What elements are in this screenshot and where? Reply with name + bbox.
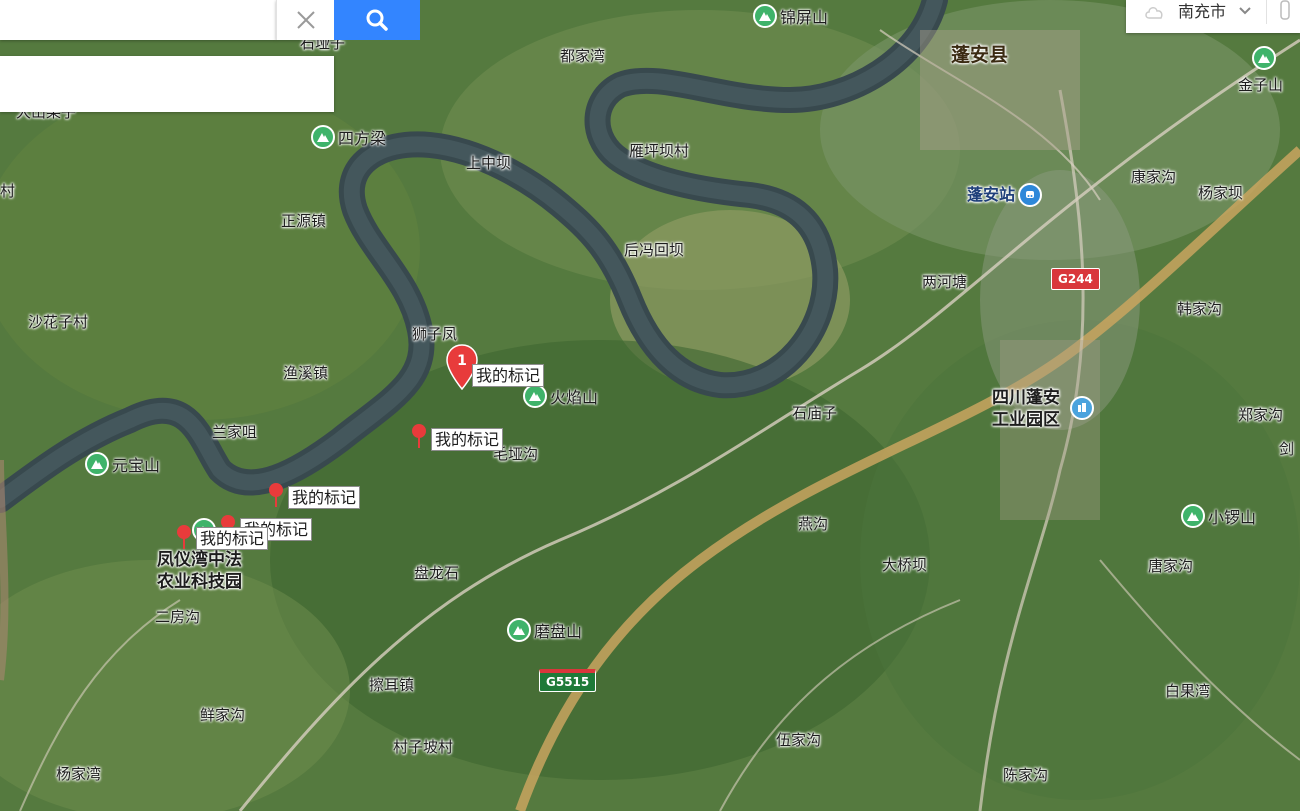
place-label: 二房沟 — [155, 608, 201, 626]
place-label: 康家沟 — [1131, 168, 1177, 186]
farm-label-line1: 凤仪湾中法 — [157, 550, 242, 570]
place-label: 白果湾 — [1165, 682, 1211, 700]
search-bar — [0, 0, 420, 40]
map-pin-icon — [269, 483, 283, 507]
mountain-icon — [507, 618, 531, 642]
divider — [1266, 0, 1267, 24]
poi-label: 火焰山 — [550, 388, 599, 407]
county-label: 蓬安县 — [951, 44, 1009, 66]
search-results-panel — [0, 56, 334, 112]
marker-label[interactable]: 我的标记 — [288, 486, 361, 509]
chevron-down-icon — [1239, 7, 1251, 15]
place-label: 都家湾 — [560, 47, 606, 65]
place-label: 燕沟 — [798, 515, 829, 533]
place-label: 渔溪镇 — [283, 364, 329, 382]
poi-label: 元宝山 — [112, 456, 161, 475]
place-label: 郑家沟 — [1238, 406, 1284, 424]
marker-label[interactable]: 我的标记 — [431, 428, 504, 451]
mountain-icon — [85, 452, 109, 476]
place-label: 上中坝 — [466, 154, 512, 172]
poi-station[interactable]: 蓬安站 — [967, 183, 1043, 207]
place-label: 正源镇 — [281, 212, 327, 230]
map-pin-icon — [412, 424, 426, 448]
marker-label[interactable]: 我的标记 — [196, 527, 269, 550]
poi-mountain[interactable]: 小锣山 — [1181, 504, 1256, 528]
poi-mountain[interactable]: 磨盘山 — [507, 618, 582, 642]
place-label: 杨家湾 — [56, 765, 102, 783]
place-label: 后冯回坝 — [624, 241, 685, 259]
road-shield-g244: G244 — [1051, 268, 1100, 290]
poi-industrial-park[interactable]: 四川蓬安 工业园区 — [992, 387, 1060, 431]
poi-label: 小锣山 — [1208, 508, 1257, 527]
place-label: 石庙子 — [792, 404, 838, 422]
poi-label: 锦屏山 — [780, 8, 829, 27]
poi-mountain[interactable]: 火焰山 — [523, 384, 598, 408]
city-label: 南充市 — [1178, 2, 1227, 21]
place-label: 鲜家沟 — [200, 706, 246, 724]
poi-mountain[interactable]: 锦屏山 — [753, 4, 828, 28]
place-label: 盘龙石 — [414, 564, 460, 582]
mountain-icon — [311, 125, 335, 149]
place-label: 兰家咀 — [212, 423, 258, 441]
clear-button[interactable] — [276, 0, 335, 40]
marker-label[interactable]: 我的标记 — [472, 364, 545, 387]
map-marker[interactable] — [411, 423, 427, 453]
train-station-icon — [1018, 183, 1043, 207]
place-label: 唐家沟 — [1148, 557, 1194, 575]
mountain-icon — [1181, 504, 1205, 528]
poi-mountain[interactable]: 四方梁 — [311, 125, 386, 149]
mountain-icon — [523, 384, 547, 408]
place-label: 两河塘 — [922, 273, 968, 291]
place-label: 村子坡村 — [393, 738, 454, 756]
place-label: 村 — [0, 182, 16, 200]
poi-industrial-park-icon[interactable] — [1070, 396, 1094, 420]
road-shield-g5515: G5515 — [539, 669, 597, 692]
weather-cloud-icon — [1145, 7, 1163, 19]
poi-label: 四方梁 — [338, 129, 387, 148]
map-pin-icon — [177, 525, 191, 549]
traffic-icon[interactable] — [1278, 0, 1292, 22]
marker-badge: 1 — [457, 353, 467, 369]
place-label: 擦耳镇 — [369, 676, 415, 694]
map-marker[interactable] — [268, 482, 284, 512]
farm-label-line2: 农业科技园 — [157, 572, 242, 592]
satellite-map[interactable] — [0, 0, 1300, 811]
station-label: 蓬安站 — [967, 185, 1016, 204]
place-label: 韩家沟 — [1177, 300, 1223, 318]
park-label-line1: 四川蓬安 — [992, 388, 1060, 408]
search-input[interactable] — [0, 0, 276, 40]
poi-mountain[interactable]: 元宝山 — [85, 452, 160, 476]
place-label: 杨家坝 — [1198, 184, 1244, 202]
place-label: 大桥坝 — [882, 556, 928, 574]
map-marker[interactable] — [176, 524, 192, 554]
poi-farm-park[interactable]: 凤仪湾中法 农业科技园 — [157, 549, 242, 593]
poi-mountain[interactable] — [1252, 46, 1276, 70]
place-label: 狮子凤 — [412, 325, 458, 343]
building-icon — [1070, 396, 1094, 420]
mountain-icon — [1252, 46, 1276, 70]
mountain-icon — [753, 4, 777, 28]
city-selector[interactable]: 南充市 — [1126, 0, 1300, 33]
park-label-line2: 工业园区 — [992, 410, 1060, 430]
place-label: 剑 — [1279, 440, 1295, 458]
search-icon — [366, 9, 388, 31]
place-label: 伍家沟 — [776, 731, 822, 749]
close-icon — [297, 11, 315, 29]
search-button[interactable] — [334, 0, 420, 40]
place-label: 陈家沟 — [1003, 766, 1049, 784]
place-label: 沙花子村 — [28, 313, 89, 331]
poi-label: 磨盘山 — [534, 622, 583, 641]
place-label: 雁坪坝村 — [629, 142, 690, 160]
poi-label: 金子山 — [1238, 76, 1284, 94]
